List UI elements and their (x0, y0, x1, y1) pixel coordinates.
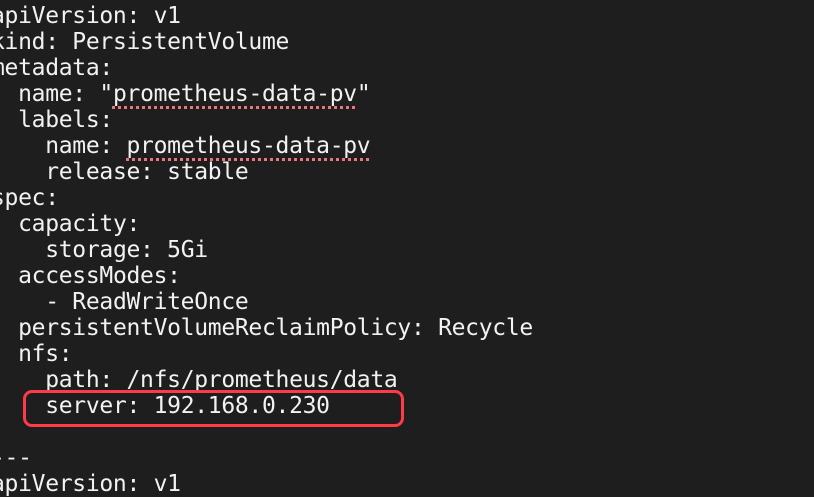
yaml-line: --- (0, 445, 533, 471)
yaml-key: spec: (0, 185, 59, 211)
yaml-key: name: (18, 81, 100, 107)
yaml-line: nfs: (0, 341, 533, 367)
yaml-line: apiVersion: v1 (0, 471, 533, 497)
yaml-key: metadata: (0, 55, 113, 81)
yaml-line: spec: (0, 185, 533, 211)
yaml-value: Recycle (424, 315, 533, 341)
yaml-line: release: stable (0, 159, 533, 185)
yaml-line: labels: (0, 107, 533, 133)
quote: " (356, 81, 371, 107)
yaml-key: accessModes: (18, 263, 181, 289)
yaml-key: capacity: (18, 211, 141, 237)
yaml-key: apiVersion: (0, 3, 141, 29)
yaml-line: accessModes: (0, 263, 533, 289)
yaml-value: v1 (140, 471, 181, 497)
yaml-value-spellcheck: prometheus-data-pv (112, 81, 357, 107)
yaml-key: apiVersion: (0, 471, 141, 497)
yaml-line: metadata: (0, 55, 533, 81)
yaml-line: persistentVolumeReclaimPolicy: Recycle (0, 315, 533, 341)
yaml-line: - ReadWriteOnce (0, 289, 533, 315)
yaml-key: name: (45, 133, 127, 159)
yaml-key: persistentVolumeReclaimPolicy: (18, 315, 425, 341)
yaml-value: v1 (140, 3, 181, 29)
yaml-key: release: (45, 159, 154, 185)
yaml-value: 5Gi (153, 237, 208, 263)
yaml-key: - ReadWriteOnce (45, 289, 249, 315)
yaml-line: name: prometheus-data-pv (0, 133, 533, 159)
yaml-key: labels: (18, 107, 113, 133)
quote: " (99, 81, 113, 107)
highlight-box-server (23, 390, 404, 427)
yaml-value: PersistentVolume (58, 29, 290, 55)
yaml-line: apiVersion: v1 (0, 3, 533, 29)
yaml-key: --- (0, 445, 32, 471)
yaml-line: storage: 5Gi (0, 237, 533, 263)
yaml-value: stable (153, 159, 249, 185)
yaml-key: kind: (0, 29, 59, 55)
yaml-line: name: "prometheus-data-pv" (0, 81, 533, 107)
yaml-value-spellcheck: prometheus-data-pv (126, 133, 371, 159)
yaml-line: kind: PersistentVolume (0, 29, 533, 55)
yaml-line: capacity: (0, 211, 533, 237)
yaml-key: storage: (45, 237, 154, 263)
yaml-key: nfs: (18, 341, 73, 367)
